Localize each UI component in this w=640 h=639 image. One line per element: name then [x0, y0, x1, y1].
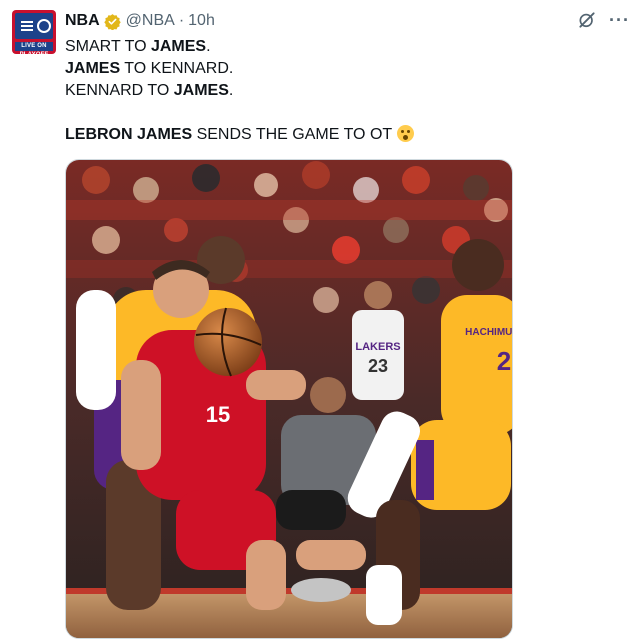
timestamp[interactable]: 10h — [188, 12, 215, 30]
svg-text:23: 23 — [368, 356, 388, 376]
basketball — [194, 307, 262, 377]
svg-text:15: 15 — [206, 402, 230, 427]
tweet-media-photo[interactable]: LAKERS 23 15 HACHIMU 2 — [65, 159, 513, 639]
avatar-caption: LIVE ON PLAYOFF — [15, 42, 53, 54]
tweet-line-1: SMART TO JAMES. — [65, 38, 211, 55]
author-handle[interactable]: @NBA — [126, 12, 175, 30]
tweet-line-2: JAMES TO KENNARD. — [65, 60, 234, 77]
tweet-header: NBA @NBA · 10h — [65, 10, 215, 32]
avatar[interactable]: LIVE ON PLAYOFF — [12, 10, 56, 54]
more-icon[interactable]: ··· — [609, 10, 630, 30]
verified-badge-icon — [103, 13, 121, 30]
tweet-line-3: KENNARD TO JAMES. — [65, 82, 234, 99]
exploding-head-emoji — [397, 125, 415, 142]
author-name[interactable]: NBA — [65, 12, 100, 30]
tweet-line-5: LEBRON JAMES SENDS THE GAME TO OT — [65, 124, 415, 146]
nba-logo-mark — [15, 13, 53, 39]
grok-icon[interactable] — [577, 10, 597, 30]
separator-dot: · — [178, 12, 185, 29]
svg-text:2: 2 — [497, 346, 511, 376]
svg-text:LAKERS: LAKERS — [355, 341, 400, 353]
tweet-text: SMART TO JAMES. JAMES TO KENNARD. KENNAR… — [65, 36, 415, 146]
svg-text:HACHIMURA: HACHIMURA — [465, 327, 513, 338]
tweet-card[interactable]: LIVE ON PLAYOFF NBA @NBA · 10h ··· SMART… — [0, 0, 640, 639]
tweet-actions: ··· — [577, 10, 630, 30]
basketball-game-photo: LAKERS 23 15 HACHIMU 2 — [66, 160, 513, 638]
